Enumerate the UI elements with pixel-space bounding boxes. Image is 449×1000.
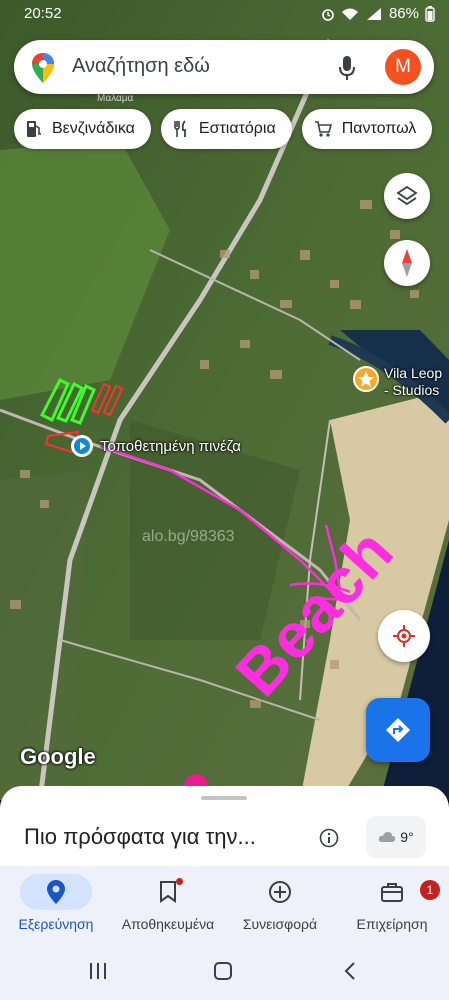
nav-contribute[interactable]: Συνεισφορά — [224, 874, 336, 932]
compass-button[interactable] — [384, 240, 430, 286]
temperature-text: 9° — [400, 829, 414, 845]
gas-station-icon — [27, 121, 41, 137]
weather-chip[interactable]: 9° — [366, 816, 426, 858]
chip-restaurants[interactable]: Εστιατόρια — [160, 109, 292, 149]
my-location-button[interactable] — [378, 610, 430, 662]
poi-label-line1: Vila Leop — [384, 365, 443, 381]
chip-label: Εστιατόρια — [198, 120, 276, 137]
home-icon[interactable] — [213, 961, 233, 981]
nav-label: Αποθηκευμένα — [121, 916, 215, 932]
nav-icon-wrap: 1 — [356, 874, 440, 910]
layers-button[interactable] — [384, 173, 430, 219]
category-chips: Βενζινάδικα Εστιατόρια Παντοπωλ — [14, 109, 433, 149]
mic-icon[interactable] — [338, 55, 356, 81]
poi-label-line2: - Studios — [384, 382, 440, 398]
nav-business[interactable]: 1 Επιχείρηση — [336, 874, 448, 932]
dropped-pin-label[interactable]: Τοποθετημένη πινέζα — [100, 438, 241, 455]
status-icons: 86% — [321, 5, 435, 22]
chip-groceries[interactable]: Παντοπωλ — [301, 109, 433, 149]
poi-label[interactable]: Vila Leop - Studios — [384, 365, 442, 399]
store-icon — [381, 883, 403, 902]
system-navigation-bar — [0, 944, 449, 1000]
bottom-sheet[interactable]: Πιο πρόσφατα για την... 9° — [0, 786, 449, 870]
nav-icon-wrap — [132, 874, 204, 910]
recents-icon[interactable] — [88, 961, 108, 981]
battery-icon — [425, 5, 435, 22]
directions-button[interactable] — [366, 698, 430, 762]
map-place-label: Μαλαμα — [97, 93, 134, 104]
chip-label: Βενζινάδικα — [52, 120, 135, 137]
nav-icon-wrap — [244, 874, 316, 910]
account-avatar[interactable]: M — [385, 49, 421, 85]
signal-icon — [366, 7, 381, 20]
google-logo: Google — [20, 744, 96, 769]
my-location-icon — [393, 625, 415, 647]
chip-gas-stations[interactable]: Βενζινάδικα — [14, 109, 151, 149]
nav-label: Επιχείρηση — [356, 916, 428, 932]
restaurant-icon — [174, 120, 186, 137]
status-time: 20:52 — [24, 5, 62, 22]
add-circle-icon — [269, 881, 291, 903]
maps-pin-logo-icon — [32, 53, 54, 83]
wifi-icon — [341, 8, 358, 20]
compass-icon — [402, 249, 412, 277]
chip-label: Παντοπωλ — [341, 120, 417, 137]
back-icon[interactable] — [340, 961, 360, 981]
layers-icon — [396, 185, 418, 206]
nav-saved[interactable]: Αποθηκευμένα — [112, 874, 224, 932]
directions-icon — [386, 718, 410, 742]
battery-text: 86% — [388, 5, 419, 22]
sheet-title: Πιο πρόσφατα για την... — [24, 824, 256, 849]
nav-explore[interactable]: Εξερεύνηση — [0, 874, 112, 932]
cart-icon — [314, 121, 332, 137]
explore-pin-icon — [47, 880, 65, 904]
watermark-text: alo.bg/98363 — [142, 528, 235, 545]
status-bar: 20:52 86% — [0, 0, 449, 30]
notification-badge: 1 — [420, 880, 440, 900]
info-icon[interactable] — [319, 828, 339, 848]
nav-icon-wrap — [20, 874, 92, 910]
alarm-icon — [322, 8, 334, 21]
cloud-icon — [379, 832, 396, 842]
nav-label: Εξερεύνηση — [18, 916, 94, 932]
nav-label: Συνεισφορά — [242, 916, 318, 932]
bookmark-icon — [160, 881, 176, 903]
sheet-drag-handle[interactable] — [201, 796, 247, 800]
search-input[interactable]: Αναζήτηση εδώ — [72, 55, 210, 78]
notification-dot — [176, 878, 183, 885]
bottom-navigation: Εξερεύνηση Αποθηκευμένα Συνεισφορά 1 Επι… — [0, 866, 449, 944]
search-bar[interactable]: Αναζήτηση εδώ M — [14, 40, 434, 94]
